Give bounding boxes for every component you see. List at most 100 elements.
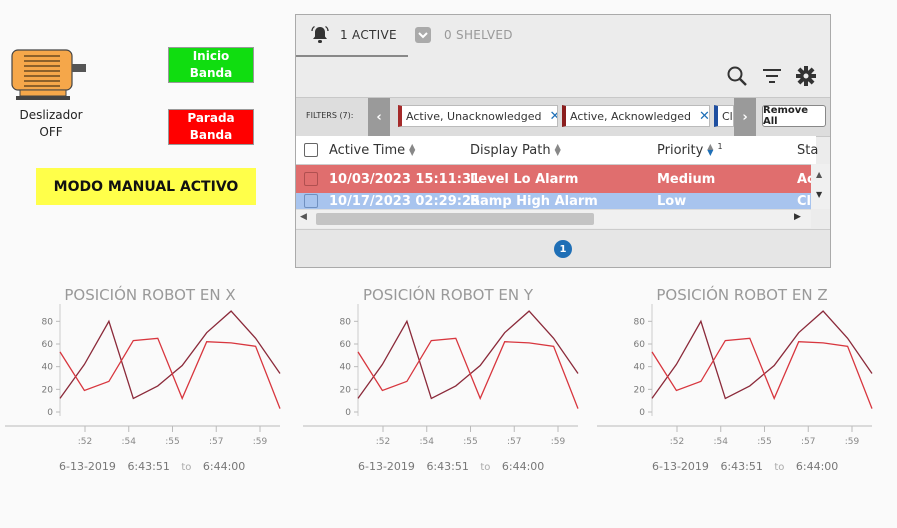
stop-belt-button[interactable]: Parada Banda — [168, 109, 254, 145]
chart-time-range: 6-13-2019 6:43:51 to 6:44:00 — [652, 460, 838, 473]
row-checkbox[interactable] — [304, 165, 318, 193]
sort-icon: ▲ ▼ — [707, 142, 714, 157]
tab-shelved-label: 0 SHELVED — [444, 28, 513, 42]
alarm-status-table: 1 ACTIVE 0 SHELVED FILTERS (7): ‹ Active… — [295, 14, 831, 268]
table-row[interactable]: 10/17/2023 02:29:25 Ramp High Alarm Low … — [296, 193, 811, 209]
bell-icon — [310, 25, 330, 45]
chart-position-z: POSICIÓN ROBOT EN Z 0 20 40 60 80:52:54:55:5… — [597, 280, 887, 490]
start-belt-button[interactable]: Inicio Banda — [168, 47, 254, 83]
tab-shelved-alarms[interactable]: 0 SHELVED — [414, 15, 534, 55]
start-belt-label-2: Banda — [189, 66, 233, 80]
x-tick-label: :54 — [122, 437, 137, 447]
y-tick-label: 80 — [42, 317, 54, 327]
range-end: 6:44:00 — [795, 460, 839, 473]
select-all-checkbox[interactable] — [304, 136, 318, 164]
range-start: 6:43:51 — [127, 460, 170, 473]
manual-mode-banner: MODO MANUAL ACTIVO — [36, 168, 256, 205]
sort-icon: ▲ ▼ — [554, 142, 561, 157]
cell-state: Cl — [797, 193, 811, 209]
row-checkbox[interactable] — [304, 193, 318, 209]
series-line — [357, 310, 579, 400]
chart-position-y: POSICIÓN ROBOT EN Y 0 20 40 60 80:52:54:55:5… — [303, 280, 593, 490]
scroll-up-icon[interactable]: ▲ — [816, 170, 822, 179]
range-date: 6-13-2019 — [358, 460, 415, 473]
series-line — [59, 310, 281, 400]
vertical-scrollbar[interactable]: ▲ ▼ — [811, 164, 830, 209]
chart-plot: 0 20 40 60 80:52:54:55:57:59 — [597, 304, 873, 447]
close-icon[interactable]: ✕ — [699, 109, 709, 124]
y-tick-label: 40 — [340, 363, 352, 373]
filter-icon[interactable] — [762, 66, 782, 90]
filters-prev-button[interactable]: ‹ — [368, 98, 390, 136]
range-start: 6:43:51 — [426, 460, 469, 473]
x-tick-label: :55 — [757, 437, 771, 447]
chart-time-range: 6-13-2019 6:43:51 to 6:44:00 — [59, 460, 245, 473]
filter-chip[interactable]: Active, Acknowledged ✕ — [562, 105, 710, 127]
range-end: 6:44:00 — [202, 460, 246, 473]
y-tick-label: 20 — [42, 385, 54, 395]
x-tick-label: :55 — [463, 437, 477, 447]
x-tick-label: :52 — [376, 437, 390, 447]
chart-time-range: 6-13-2019 6:43:51 to 6:44:00 — [358, 460, 544, 473]
filters-next-button[interactable]: › — [734, 98, 756, 136]
horizontal-scrollbar[interactable]: ◀ ▶ — [296, 209, 811, 228]
filter-chip-label: Cl — [722, 109, 733, 123]
cell-priority: Low — [657, 193, 687, 209]
column-display-path[interactable]: Display Path ▲ ▼ — [470, 136, 561, 164]
table-header: Active Time ▲ ▼ Display Path ▲ ▼ Priority … — [296, 136, 818, 165]
y-tick-label: 0 — [639, 408, 645, 418]
filters-label: FILTERS (7): — [306, 111, 354, 120]
chart-position-x: POSICIÓN ROBOT EN X 0 20 40 60 80:52:54:55:5… — [5, 280, 295, 490]
scroll-left-icon[interactable]: ◀ — [300, 212, 307, 222]
x-tick-label: :57 — [801, 437, 815, 447]
range-date: 6-13-2019 — [59, 460, 116, 473]
scroll-down-icon[interactable]: ▼ — [816, 190, 822, 199]
x-tick-label: :59 — [845, 437, 860, 447]
column-priority[interactable]: Priority ▲ ▼ 1 — [657, 136, 723, 164]
x-tick-label: :59 — [551, 437, 566, 447]
search-icon[interactable] — [726, 65, 748, 91]
alarm-toolbar — [296, 57, 830, 95]
sort-icon: ▲ ▼ — [409, 142, 416, 157]
filter-chip[interactable]: Cl — [714, 105, 734, 127]
close-icon[interactable]: ✕ — [549, 109, 557, 124]
conveyor-motor-icon[interactable] — [10, 46, 90, 104]
range-date: 6-13-2019 — [652, 460, 709, 473]
column-label: Display Path — [470, 142, 551, 158]
chevron-right-icon: › — [742, 109, 748, 125]
column-state[interactable]: Sta — [797, 136, 818, 164]
start-belt-label-1: Inicio — [192, 49, 230, 63]
gear-icon[interactable] — [795, 65, 817, 91]
column-label: Sta — [797, 142, 819, 158]
table-row[interactable]: 10/03/2023 15:11:31 Level Lo Alarm Mediu… — [296, 165, 815, 193]
column-active-time[interactable]: Active Time ▲ ▼ — [329, 136, 415, 164]
cell-active-time: 10/17/2023 02:29:25 — [329, 193, 481, 209]
range-to: to — [480, 462, 491, 473]
x-tick-label: :57 — [209, 437, 223, 447]
filter-chip-label: Active, Acknowledged — [570, 109, 692, 123]
chevron-left-icon: ‹ — [376, 109, 382, 125]
chart-plot: 0 20 40 60 80:52:54:55:57:59 — [5, 304, 281, 447]
scrollbar-thumb[interactable] — [316, 213, 594, 225]
pagination: 1 — [296, 229, 830, 267]
y-tick-label: 20 — [634, 385, 646, 395]
x-tick-label: :52 — [78, 437, 92, 447]
alarm-tabs: 1 ACTIVE 0 SHELVED — [296, 15, 830, 57]
range-to: to — [774, 462, 785, 473]
remove-all-button[interactable]: Remove All — [762, 105, 826, 127]
x-tick-label: :54 — [714, 437, 729, 447]
motor-label: Deslizador OFF — [8, 107, 94, 141]
y-tick-label: 80 — [634, 317, 646, 327]
y-tick-label: 20 — [340, 385, 352, 395]
cell-display-path: Level Lo Alarm — [470, 171, 579, 187]
motor-name: Deslizador — [19, 108, 83, 122]
y-tick-label: 60 — [340, 340, 352, 350]
tab-active-label: 1 ACTIVE — [340, 28, 397, 42]
range-start: 6:43:51 — [720, 460, 763, 473]
shelf-icon — [414, 26, 432, 44]
scroll-right-icon[interactable]: ▶ — [794, 212, 801, 222]
page-number-button[interactable]: 1 — [554, 240, 572, 258]
filter-chip[interactable]: Active, Unacknowledged ✕ — [398, 105, 558, 127]
y-tick-label: 40 — [634, 363, 646, 373]
tab-active-alarms[interactable]: 1 ACTIVE — [296, 15, 408, 57]
